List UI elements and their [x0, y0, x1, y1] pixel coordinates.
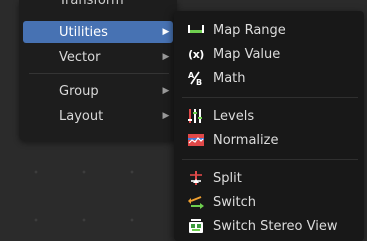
menu-item-label: Split — [213, 170, 242, 186]
submenu-arrow-icon: ▶ — [162, 27, 170, 37]
menu-item-label: Map Range — [213, 22, 286, 38]
menu-item-label: Switch Stereo View — [213, 218, 338, 234]
menu-item-map-range[interactable]: Map Range — [174, 19, 364, 41]
menu-separator — [29, 73, 169, 74]
menu-item-label: Map Value — [213, 46, 281, 62]
menu-item-levels[interactable]: Levels — [174, 105, 364, 127]
submenu-arrow-icon: ▶ — [162, 86, 170, 96]
switch-stereo-view-icon — [185, 218, 207, 234]
menu-item-split[interactable]: Split — [174, 167, 364, 189]
menu-item-label: Group — [59, 83, 99, 99]
menu-item-label: Vector — [59, 49, 101, 65]
menu-item-switch-stereo-view[interactable]: Switch Stereo View — [174, 215, 364, 237]
menu-item-label: Math — [213, 70, 246, 86]
menu-item-label: Utilities — [59, 24, 108, 40]
map-value-icon: (x) — [188, 47, 204, 61]
utilities-submenu: Map Range (x) Map Value A B Math Levels … — [174, 11, 364, 241]
menu-item-switch[interactable]: Switch — [174, 191, 364, 213]
split-icon — [185, 170, 207, 186]
submenu-arrow-icon: ▶ — [162, 111, 170, 121]
menu-item-layout[interactable]: Layout ▶ — [23, 105, 173, 127]
menu-item-math[interactable]: A B Math — [174, 67, 364, 89]
svg-text:B: B — [196, 78, 202, 86]
add-node-menu: Transform Utilities ▶ Vector ▶ Group ▶ L… — [19, 0, 177, 141]
menu-item-transform[interactable]: Transform — [59, 0, 124, 8]
menu-item-utilities[interactable]: Utilities ▶ — [23, 21, 173, 43]
menu-item-label: Normalize — [213, 132, 279, 148]
map-range-icon — [185, 22, 207, 38]
menu-separator — [182, 97, 358, 98]
levels-icon — [185, 108, 207, 124]
menu-item-map-value[interactable]: (x) Map Value — [174, 43, 364, 65]
menu-separator — [182, 159, 358, 160]
math-icon: A B — [185, 70, 207, 86]
menu-item-group[interactable]: Group ▶ — [23, 80, 173, 102]
normalize-icon — [185, 132, 207, 148]
submenu-arrow-icon: ▶ — [162, 52, 170, 62]
menu-item-label: Switch — [213, 194, 256, 210]
menu-item-normalize[interactable]: Normalize — [174, 129, 364, 151]
switch-icon — [185, 194, 207, 210]
menu-item-label: Layout — [59, 108, 104, 124]
menu-item-label: Levels — [213, 108, 255, 124]
menu-item-vector[interactable]: Vector ▶ — [23, 46, 173, 68]
